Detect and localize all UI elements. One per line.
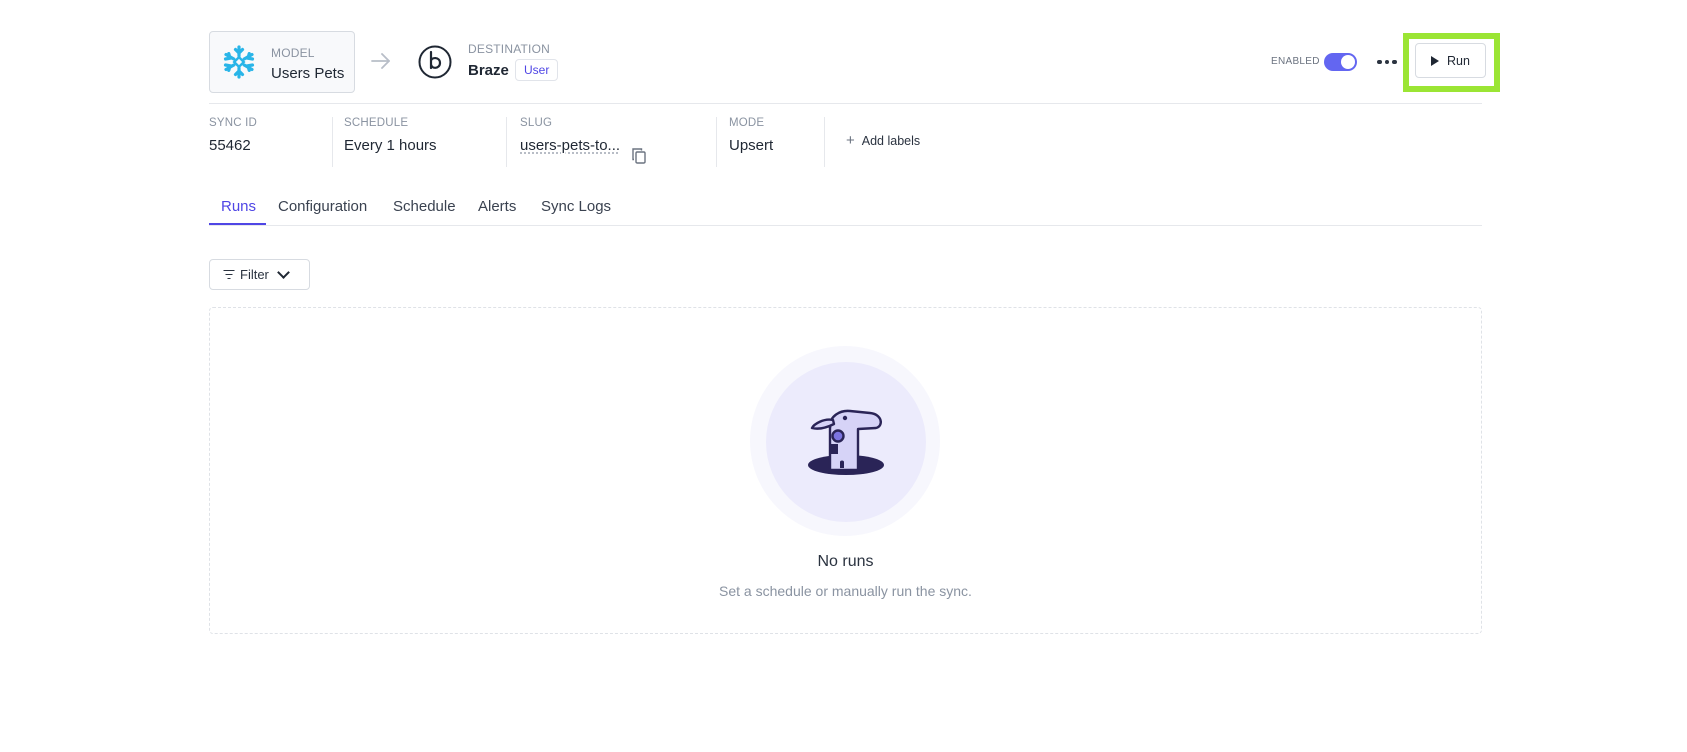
slug-field: SLUG users-pets-to... [520, 117, 620, 167]
arrow-right-icon [371, 53, 390, 69]
divider [332, 117, 333, 167]
schedule-value: Every 1 hours [344, 137, 437, 154]
sync-info-row: SYNC ID 55462 SCHEDULE Every 1 hours SLU… [209, 117, 1109, 167]
tab-alerts[interactable]: Alerts [478, 198, 516, 215]
empty-state-subtitle: Set a schedule or manually run the sync. [719, 583, 972, 599]
add-labels-label: Add labels [861, 133, 921, 148]
divider [824, 117, 825, 167]
add-labels-button[interactable]: + Add labels [846, 132, 920, 149]
tab-runs[interactable]: Runs [221, 198, 256, 215]
snowflake-icon [223, 45, 255, 79]
mode-label: MODE [729, 117, 765, 129]
schedule-label: SCHEDULE [344, 117, 409, 129]
model-label: MODEL [271, 46, 315, 60]
toggle-knob [1341, 55, 1355, 69]
braze-icon [418, 45, 452, 79]
copy-icon[interactable] [632, 148, 646, 164]
enabled-label: ENABLED [1271, 56, 1320, 67]
filter-icon [223, 270, 234, 279]
model-name: Users Pets [271, 65, 345, 82]
model-card[interactable]: MODEL Users Pets [209, 31, 355, 93]
sync-id-field: SYNC ID 55462 [209, 117, 257, 167]
destination-object-badge: User [515, 59, 559, 81]
active-tab-indicator [209, 223, 266, 225]
run-button[interactable]: Run [1415, 43, 1486, 78]
destination-label: DESTINATION [468, 42, 550, 56]
sync-header: MODEL Users Pets DESTINATION Braze User … [209, 30, 1500, 104]
tab-sync-logs[interactable]: Sync Logs [541, 198, 611, 215]
enabled-toggle[interactable] [1324, 53, 1357, 71]
filter-button[interactable]: Filter [209, 259, 310, 290]
sync-id-value: 55462 [209, 137, 251, 154]
divider [716, 117, 717, 167]
plus-icon: + [846, 132, 855, 149]
mode-field: MODE Upsert [729, 117, 773, 167]
sync-page: MODEL Users Pets DESTINATION Braze User … [209, 0, 1500, 752]
schedule-field: SCHEDULE Every 1 hours [344, 117, 437, 167]
slug-label: SLUG [520, 117, 553, 129]
dog-hole-illustration-icon [808, 409, 884, 475]
tab-configuration[interactable]: Configuration [278, 198, 367, 215]
mode-value: Upsert [729, 137, 774, 154]
tab-schedule[interactable]: Schedule [393, 198, 456, 215]
slug-value[interactable]: users-pets-to... [520, 137, 620, 154]
divider [506, 117, 507, 167]
runs-empty-state: No runs Set a schedule or manually run t… [209, 307, 1482, 634]
run-button-label: Run [1447, 53, 1470, 68]
filter-label: Filter [240, 267, 269, 282]
play-icon [1431, 55, 1440, 66]
more-options-icon[interactable] [1374, 54, 1400, 70]
chevron-down-icon [277, 265, 290, 279]
destination-name: Braze [468, 62, 509, 79]
empty-state-title: No runs [817, 553, 874, 570]
tab-bar: Runs Configuration Schedule Alerts Sync … [209, 189, 1482, 226]
sync-id-label: SYNC ID [209, 117, 258, 129]
